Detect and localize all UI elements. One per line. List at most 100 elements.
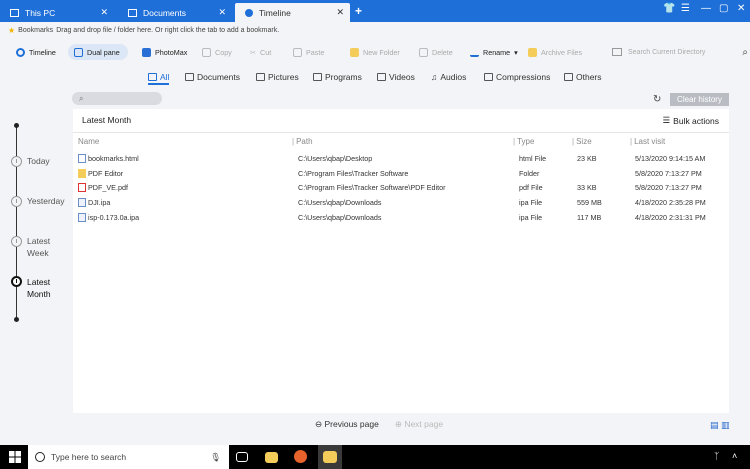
table-row[interactable]: PDF_VE.pdf C:\Program Files\Tracker Soft… xyxy=(73,181,729,195)
menu-icon[interactable]: ☰ xyxy=(681,3,690,14)
view-mode-icon[interactable]: ▤ ▥ xyxy=(710,420,730,431)
paste-button[interactable]: Paste xyxy=(293,44,324,60)
directory-search[interactable]: Search Current Directory ⌕ xyxy=(612,44,748,60)
filter-icon[interactable] xyxy=(612,48,622,56)
bulk-actions-button[interactable]: ☰ Bulk actions xyxy=(663,115,719,126)
new-folder-label: New Folder xyxy=(363,47,400,57)
file-list-panel: Latest Month ☰Bulk actions Name Path Typ… xyxy=(73,109,729,413)
tab-this-pc[interactable]: This PC ✕ xyxy=(0,3,114,22)
clear-history-button[interactable]: Clear history xyxy=(670,93,729,106)
timeline-icon xyxy=(245,8,253,17)
archive-files-button[interactable]: Archive Files xyxy=(528,44,582,60)
timeline-item-today[interactable]: Today xyxy=(27,155,50,167)
table-row[interactable]: PDF Editor C:\Program Files\Tracker Soft… xyxy=(73,167,729,181)
file-type: html File xyxy=(519,154,547,163)
pdf-file-icon xyxy=(78,183,86,192)
paste-icon xyxy=(293,47,302,57)
timeline-end-dot xyxy=(14,317,19,322)
delete-button[interactable]: Delete xyxy=(419,44,453,60)
filter-others[interactable]: Others xyxy=(564,72,602,82)
clock-icon[interactable] xyxy=(11,196,22,207)
column-type[interactable]: Type xyxy=(513,137,534,146)
people-icon[interactable]: ᛉ xyxy=(714,451,719,461)
file-name: PDF_VE.pdf xyxy=(88,183,128,192)
table-row[interactable]: bookmarks.html C:\Users\qbap\Desktop htm… xyxy=(73,152,729,166)
filter-audios[interactable]: ♫ Audios xyxy=(431,72,466,82)
microphone-icon[interactable]: 🎙 xyxy=(210,452,221,463)
bulk-actions-label: Bulk actions xyxy=(673,115,719,126)
close-window-icon[interactable]: ✕ xyxy=(737,3,745,14)
search-icon[interactable]: ⌕ xyxy=(742,47,748,58)
clock-icon[interactable] xyxy=(11,236,22,247)
new-folder-button[interactable]: New Folder xyxy=(350,44,400,60)
previous-page-button[interactable]: ⊖ Previous page xyxy=(315,419,379,430)
timeline-item-yesterday[interactable]: Yesterday xyxy=(27,195,65,207)
clock-icon[interactable] xyxy=(11,276,22,287)
close-icon[interactable]: ✕ xyxy=(336,7,344,18)
shirt-icon[interactable]: 👕 xyxy=(663,3,675,14)
cortana-icon xyxy=(35,452,45,462)
chevron-up-icon[interactable]: ˄ xyxy=(732,451,737,461)
tab-documents[interactable]: Documents ✕ xyxy=(118,3,232,22)
dual-pane-button[interactable]: Dual pane xyxy=(68,44,128,60)
file-name: PDF Editor xyxy=(88,169,124,178)
clock-icon[interactable] xyxy=(11,156,22,167)
firefox-icon[interactable] xyxy=(294,450,307,463)
table-row[interactable]: isp-0.173.0a.ipa C:\Users\qbap\Downloads… xyxy=(73,211,729,225)
history-search-input[interactable]: ⌕ xyxy=(72,92,162,105)
last-visit: 5/13/2020 9:14:15 AM xyxy=(635,154,706,163)
dual-pane-icon xyxy=(74,47,83,57)
table-row[interactable]: DJI.ipa C:\Users\qbap\Downloads ipa File… xyxy=(73,196,729,210)
windows-start-icon[interactable] xyxy=(9,451,21,463)
column-name[interactable]: Name xyxy=(78,137,99,146)
column-size[interactable]: Size xyxy=(572,137,592,146)
cut-label: Cut xyxy=(260,47,272,57)
next-page-button[interactable]: ⊕ Next page xyxy=(395,419,443,430)
column-last-visit[interactable]: Last visit xyxy=(630,137,665,146)
file-manager-icon[interactable] xyxy=(323,451,337,463)
file-type: ipa File xyxy=(519,213,543,222)
panel-title: Latest Month xyxy=(82,115,132,125)
refresh-icon[interactable]: ↻ xyxy=(653,94,661,105)
file-size: 117 MB xyxy=(577,213,602,222)
photomax-button[interactable]: PhotoMax xyxy=(142,44,187,60)
filter-programs[interactable]: Programs xyxy=(313,72,362,82)
taskbar-search-input[interactable]: Type here to search xyxy=(51,452,210,462)
timeline-item-latest-week[interactable]: Latest Week xyxy=(27,235,67,259)
filter-label: Documents xyxy=(197,72,240,82)
rename-button[interactable]: Rename ▾ xyxy=(470,44,518,60)
taskbar-search[interactable]: Type here to search 🎙 xyxy=(28,445,229,469)
file-path: C:\Users\qbap\Desktop xyxy=(298,154,373,163)
close-icon[interactable]: ✕ xyxy=(218,7,226,18)
new-tab-button[interactable]: + xyxy=(355,4,362,18)
timeline-item-latest-month[interactable]: Latest Month xyxy=(27,276,67,300)
copy-button[interactable]: Copy xyxy=(202,44,232,60)
paste-label: Paste xyxy=(306,47,325,57)
file-path: C:\Users\qbap\Downloads xyxy=(298,198,382,207)
cut-button[interactable]: ✂ Cut xyxy=(250,44,271,60)
search-input[interactable]: Search Current Directory xyxy=(628,49,736,56)
dual-pane-label: Dual pane xyxy=(87,47,120,57)
maximize-icon[interactable]: ▢ xyxy=(719,3,728,14)
tab-timeline[interactable]: Timeline ✕ xyxy=(235,3,350,22)
program-icon xyxy=(313,73,322,81)
file-type: ipa File xyxy=(519,198,543,207)
filter-compressions[interactable]: Compressions xyxy=(484,72,550,82)
filter-pictures[interactable]: Pictures xyxy=(256,72,299,82)
last-visit: 5/8/2020 7:13:27 PM xyxy=(635,183,702,192)
file-explorer-icon[interactable] xyxy=(265,452,278,463)
filter-documents[interactable]: Documents xyxy=(185,72,240,82)
minimize-icon[interactable]: — xyxy=(701,3,711,14)
timeline-button[interactable]: Timeline xyxy=(16,44,56,60)
rename-icon xyxy=(470,48,479,57)
filter-videos[interactable]: Videos xyxy=(377,72,415,82)
filter-all[interactable]: All xyxy=(148,72,170,85)
column-path[interactable]: Path xyxy=(292,137,312,146)
computer-icon xyxy=(10,8,19,17)
folder-icon xyxy=(78,169,86,178)
task-view-icon[interactable] xyxy=(236,452,248,462)
rename-label: Rename xyxy=(483,47,511,57)
chevron-down-icon[interactable]: ▾ xyxy=(514,48,518,57)
close-icon[interactable]: ✕ xyxy=(100,7,108,18)
bookmarks-hint: Drag and drop file / folder here. Or rig… xyxy=(56,26,280,34)
